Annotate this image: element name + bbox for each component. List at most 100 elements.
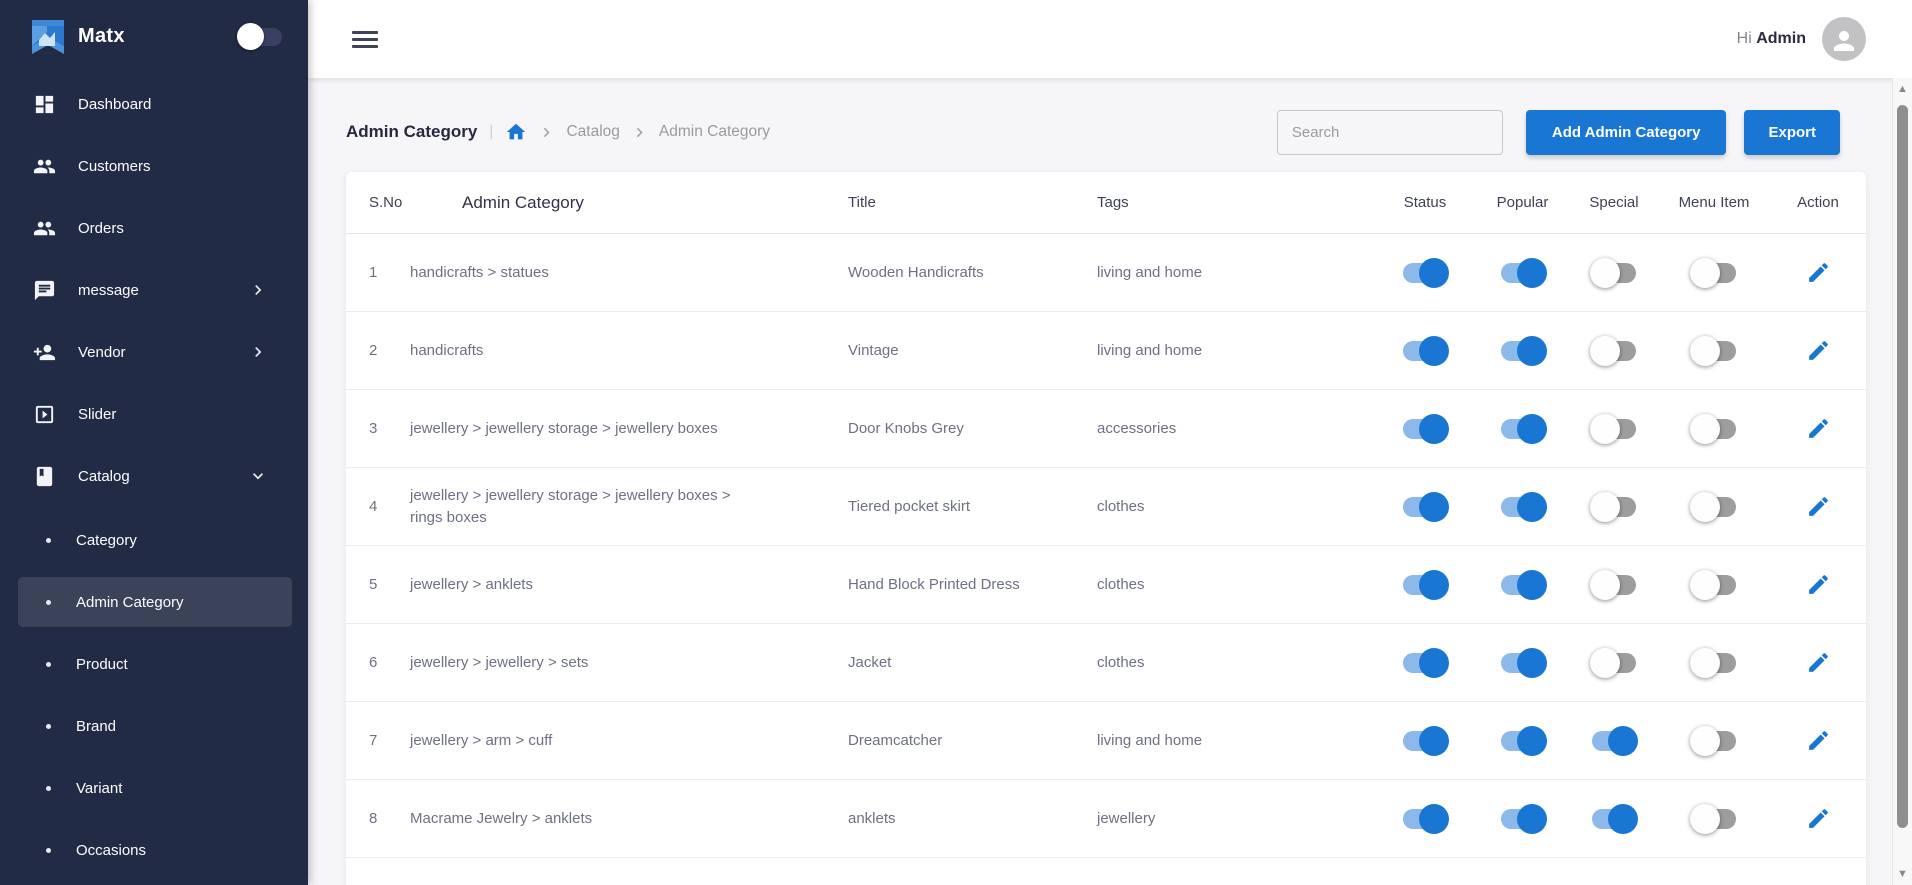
menu-item-toggle[interactable] (1690, 651, 1738, 675)
status-toggle[interactable] (1401, 729, 1449, 753)
scroll-up-icon[interactable]: ▲ (1893, 83, 1912, 95)
sidebar-subitem-category[interactable]: Category (18, 509, 292, 571)
sidebar-item-slider[interactable]: Slider (0, 383, 308, 445)
sidebar-subitem-label: Admin Category (76, 594, 184, 611)
toggle-thumb (1590, 492, 1620, 522)
tags-cell: living and home (1097, 264, 1375, 281)
status-toggle[interactable] (1401, 261, 1449, 285)
menu-item-toggle[interactable] (1690, 573, 1738, 597)
home-icon[interactable] (505, 121, 527, 143)
popular-cell (1475, 495, 1570, 519)
column-header-tags: Tags (1097, 194, 1375, 211)
column-header-special: Special (1570, 194, 1658, 211)
sidebar-item-vendor[interactable]: Vendor (0, 321, 308, 383)
title-cell: Wooden Handicrafts (848, 264, 1097, 281)
sidebar-item-catalog[interactable]: Catalog (0, 445, 308, 507)
sno-cell: 6 (346, 654, 410, 671)
toggle-thumb (1690, 648, 1720, 678)
special-toggle[interactable] (1590, 807, 1638, 831)
action-cell (1770, 642, 1866, 684)
popular-toggle[interactable] (1499, 729, 1547, 753)
special-toggle[interactable] (1590, 261, 1638, 285)
export-button[interactable]: Export (1744, 110, 1840, 155)
menu-item-toggle[interactable] (1690, 495, 1738, 519)
popular-toggle[interactable] (1499, 261, 1547, 285)
special-toggle[interactable] (1590, 417, 1638, 441)
sidebar-subitem-product[interactable]: Product (18, 633, 292, 695)
edit-button[interactable] (1797, 720, 1839, 762)
edit-button[interactable] (1797, 798, 1839, 840)
special-toggle[interactable] (1590, 729, 1638, 753)
menu-item-cell (1658, 807, 1770, 831)
bullet-icon (46, 538, 51, 543)
chevron-right-icon (248, 280, 268, 300)
menu-item-toggle[interactable] (1690, 417, 1738, 441)
popular-toggle[interactable] (1499, 651, 1547, 675)
sidebar-compact-toggle[interactable] (238, 26, 284, 48)
breadcrumb-catalog[interactable]: Catalog (566, 123, 619, 141)
popular-toggle[interactable] (1499, 339, 1547, 363)
toggle-thumb (1690, 726, 1720, 756)
add-admin-category-button[interactable]: Add Admin Category (1526, 110, 1727, 155)
scroll-down-icon[interactable]: ▼ (1893, 868, 1912, 880)
edit-button[interactable] (1797, 564, 1839, 606)
sidebar-item-label: Dashboard (78, 96, 151, 113)
sidebar-subitem-label: Variant (76, 780, 122, 797)
table-row: 6jewellery > jewellery > setsJacketcloth… (346, 624, 1866, 702)
sidebar-item-orders[interactable]: Orders (0, 197, 308, 259)
special-cell (1570, 651, 1658, 675)
edit-button[interactable] (1797, 642, 1839, 684)
special-cell (1570, 261, 1658, 285)
special-toggle[interactable] (1590, 651, 1638, 675)
edit-button[interactable] (1797, 252, 1839, 294)
special-toggle[interactable] (1590, 573, 1638, 597)
status-toggle[interactable] (1401, 807, 1449, 831)
toggle-thumb (1517, 648, 1547, 678)
edit-button[interactable] (1797, 408, 1839, 450)
menu-item-cell (1658, 417, 1770, 441)
vertical-scrollbar[interactable]: ▲ ▼ (1892, 78, 1912, 885)
edit-button[interactable] (1797, 330, 1839, 372)
menu-item-toggle[interactable] (1690, 261, 1738, 285)
menu-item-toggle[interactable] (1690, 729, 1738, 753)
search-input[interactable] (1277, 110, 1503, 155)
menu-item-toggle[interactable] (1690, 807, 1738, 831)
main-area: Hi Admin Admin Category | Catalog Admin … (308, 0, 1912, 885)
toggle-thumb (1690, 336, 1720, 366)
toggle-thumb (1517, 804, 1547, 834)
status-toggle[interactable] (1401, 495, 1449, 519)
action-cell (1770, 798, 1866, 840)
scrollbar-thumb[interactable] (1897, 105, 1908, 828)
status-toggle[interactable] (1401, 573, 1449, 597)
menu-icon[interactable] (352, 31, 378, 48)
sidebar-item-message[interactable]: message (0, 259, 308, 321)
toggle-thumb (237, 23, 264, 50)
sidebar-subitem-admin-category[interactable]: Admin Category (18, 577, 292, 627)
status-toggle[interactable] (1401, 651, 1449, 675)
status-toggle[interactable] (1401, 417, 1449, 441)
sidebar-subitem-variant[interactable]: Variant (18, 757, 292, 819)
edit-button[interactable] (1797, 486, 1839, 528)
popular-toggle[interactable] (1499, 807, 1547, 831)
special-cell (1570, 573, 1658, 597)
sidebar-subitem-occasions[interactable]: Occasions (18, 819, 292, 881)
popular-toggle[interactable] (1499, 495, 1547, 519)
sidebar-subitem-label: Product (76, 656, 128, 673)
popular-toggle[interactable] (1499, 573, 1547, 597)
table-row: 2handicraftsVintageliving and home (346, 312, 1866, 390)
popular-toggle[interactable] (1499, 417, 1547, 441)
avatar[interactable] (1822, 17, 1866, 61)
table-row: 8Macrame Jewelry > ankletsankletsjewelle… (346, 780, 1866, 858)
status-toggle[interactable] (1401, 339, 1449, 363)
breadcrumb-admin-category[interactable]: Admin Category (659, 123, 770, 141)
sidebar-subitem-brand[interactable]: Brand (18, 695, 292, 757)
sidebar-item-dashboard[interactable]: Dashboard (0, 73, 308, 135)
sidebar-item-customers[interactable]: Customers (0, 135, 308, 197)
special-toggle[interactable] (1590, 495, 1638, 519)
toggle-thumb (1690, 258, 1720, 288)
special-toggle[interactable] (1590, 339, 1638, 363)
edit-icon (1806, 338, 1831, 363)
table-header-row: S.NoAdmin CategoryTitleTagsStatusPopular… (346, 172, 1866, 234)
admin-category-cell: jewellery > arm > cuff (410, 730, 848, 752)
menu-item-toggle[interactable] (1690, 339, 1738, 363)
